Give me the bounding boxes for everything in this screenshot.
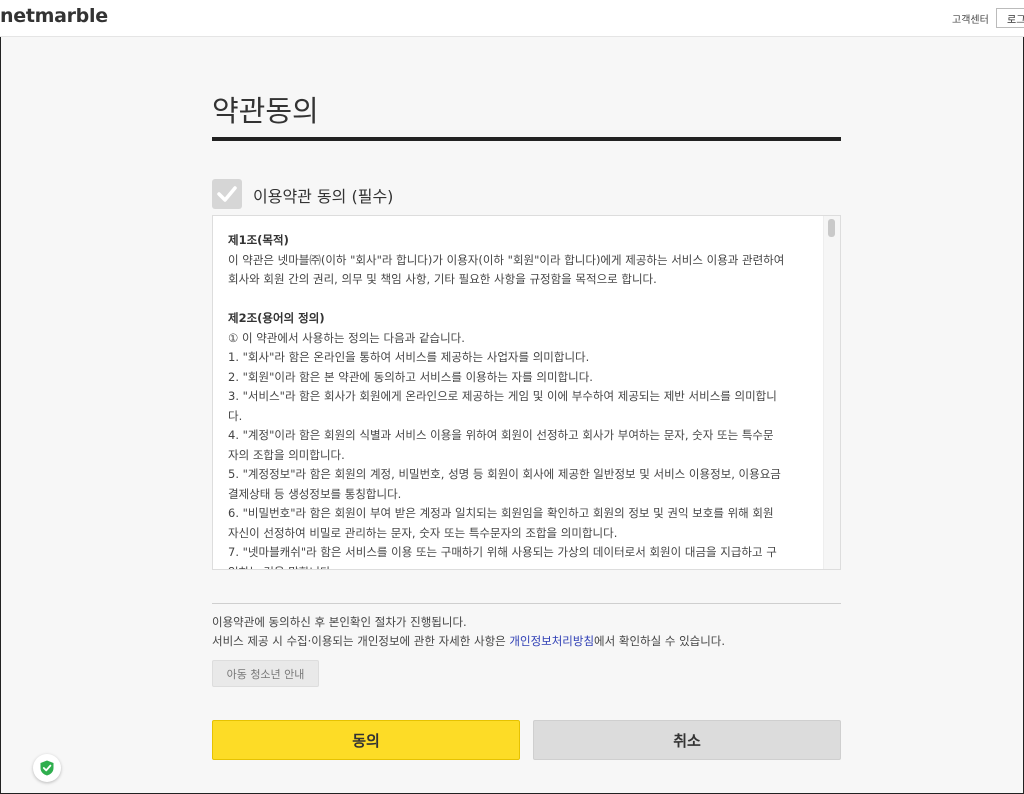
terms-line: 1. "회사"라 함은 온라인을 통하여 서비스를 제공하는 사업자를 의미합니… [228, 350, 590, 364]
terms-line: 6. "비밀번호"라 함은 회원이 부여 받은 계정과 일치되는 회원임을 확인… [228, 506, 774, 520]
identity-verification-notice: 이용약관에 동의하신 후 본인확인 절차가 진행됩니다. [212, 615, 467, 629]
page-title: 약관동의 [212, 94, 319, 128]
terms-line: 7. "넷마블캐쉬"라 함은 서비스를 이용 또는 구매하기 위해 사용되는 가… [228, 545, 777, 559]
shield-check-icon [40, 760, 54, 776]
terms-blank-line [228, 290, 818, 310]
terms-line: 5. "계정정보"라 함은 회원의 계정, 비밀번호, 성명 등 회원이 회사에… [228, 467, 781, 481]
scrollbar-thumb[interactable] [828, 219, 835, 237]
section-divider [212, 603, 841, 604]
terms-line: 결제상태 등 생성정보를 통칭합니다. [228, 486, 402, 501]
terms-line: 4. "계정"이라 함은 회원의 식별과 서비스 이용을 위하여 회원이 선정하… [228, 428, 774, 442]
terms-line: 2. "회원"이라 함은 본 약관에 동의하고 서비스를 이용하는 자를 의미합… [228, 369, 593, 384]
security-shield-badge[interactable] [33, 754, 61, 782]
terms-article-heading: 제2조(용어의 정의) [228, 311, 325, 325]
terms-line: 자신이 선정하여 비밀로 관리하는 문자, 숫자 또는 특수문자의 조합을 의미… [228, 525, 618, 540]
terms-line: 자의 조합을 의미합니다. [228, 447, 345, 462]
terms-scrollbar[interactable] [823, 216, 840, 569]
privacy-notice-suffix: 에서 확인하실 수 있습니다. [594, 634, 726, 648]
terms-line: ① 이 약관에서 사용하는 정의는 다음과 같습니다. [228, 330, 465, 345]
privacy-policy-link[interactable]: 개인정보처리방침 [509, 634, 594, 648]
terms-line: 3. "서비스"라 함은 회사가 회원에게 온라인으로 제공하는 게임 및 이에… [228, 389, 777, 403]
login-button[interactable]: 로그인 [996, 8, 1024, 28]
netmarble-logo[interactable]: netmarble [0, 5, 108, 27]
agree-button[interactable]: 동의 [212, 720, 520, 760]
terms-line: 회사와 회원 간의 권리, 의무 및 책임 사항, 기타 필요한 사항을 규정함… [228, 272, 657, 286]
terms-scroll-box[interactable]: 제1조(목적) 이 약관은 넷마블㈜(이하 "회사"라 합니다)가 이용자(이하 … [212, 215, 841, 570]
terms-agree-checkbox[interactable] [212, 179, 242, 209]
terms-line: 이 약관은 넷마블㈜(이하 "회사"라 합니다)가 이용자(이하 "회원"이라 … [228, 252, 785, 267]
cancel-button[interactable]: 취소 [533, 720, 841, 760]
privacy-notice-prefix: 서비스 제공 시 수집·이용되는 개인정보에 관한 자세한 사항은 [212, 634, 510, 648]
customer-center-link[interactable]: 고객센터 [952, 11, 989, 26]
privacy-notice: 서비스 제공 시 수집·이용되는 개인정보에 관한 자세한 사항은 개인정보처리… [212, 633, 725, 649]
terms-line: 입하는 것을 말합니다. [228, 563, 818, 570]
terms-text: 제1조(목적) 이 약관은 넷마블㈜(이하 "회사"라 합니다)가 이용자(이하 … [228, 231, 818, 570]
check-icon [217, 186, 237, 202]
title-divider [212, 137, 841, 141]
terms-agree-label[interactable]: 이용약관 동의 (필수) [253, 183, 393, 207]
terms-article-heading: 제1조(목적) [228, 233, 289, 247]
terms-line: 다. [228, 408, 243, 423]
child-youth-guide-button[interactable]: 아동 청소년 안내 [212, 660, 319, 687]
top-bar: netmarble 고객센터 로그인 [0, 0, 1024, 37]
